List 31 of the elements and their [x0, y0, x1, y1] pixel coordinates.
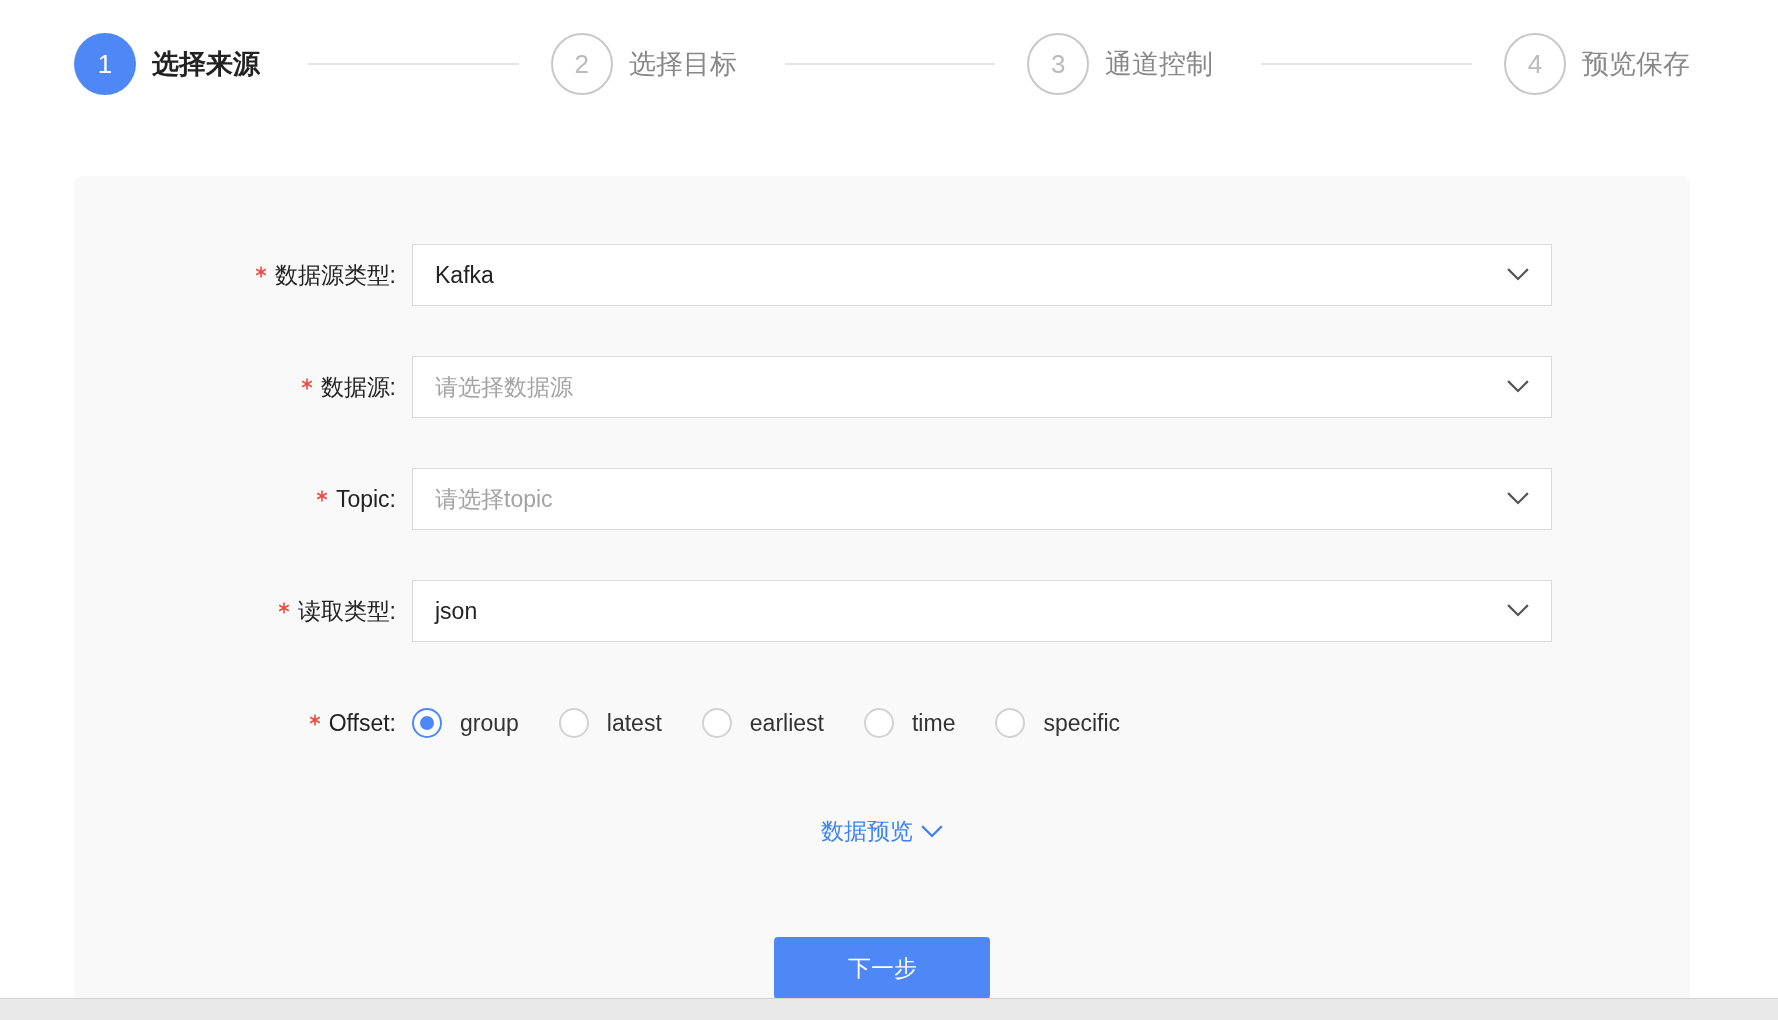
radio-option[interactable]: group: [412, 708, 519, 738]
radio-option[interactable]: time: [863, 708, 956, 738]
radio-button[interactable]: [701, 708, 732, 738]
field-label: 读取类型:: [297, 596, 396, 626]
field-label: 数据源:: [320, 372, 396, 402]
radio-button[interactable]: [995, 708, 1026, 738]
chevron-down-icon: [1507, 380, 1529, 394]
radio-button[interactable]: [412, 708, 442, 738]
radio-button[interactable]: [558, 708, 589, 738]
select-field[interactable]: Kafka: [412, 244, 1552, 306]
radio-option[interactable]: earliest: [701, 708, 824, 738]
select-field[interactable]: json: [412, 580, 1552, 642]
chevron-down-icon: [921, 824, 943, 839]
field-label: Offset:: [328, 709, 396, 737]
field-label: Topic:: [335, 485, 396, 513]
chevron-down-icon: [1507, 492, 1529, 506]
radio-option[interactable]: latest: [558, 708, 662, 738]
chevron-down-icon: [1507, 268, 1529, 282]
step-number: 1: [74, 33, 136, 95]
data-preview-link[interactable]: 数据预览: [821, 816, 943, 847]
radio-button[interactable]: [863, 708, 894, 738]
chevron-down-icon: [1507, 604, 1529, 618]
step-label: 选择目标: [628, 48, 737, 81]
step-label: 选择来源: [152, 48, 260, 81]
field-label: 数据源类型:: [274, 260, 396, 290]
step-label: 预览保存: [1582, 48, 1690, 81]
step-label: 通道控制: [1105, 48, 1214, 81]
step-number: 3: [1027, 33, 1090, 95]
step-number: 4: [1504, 33, 1566, 95]
step-number: 2: [550, 33, 613, 95]
radio-option[interactable]: specific: [995, 708, 1121, 738]
